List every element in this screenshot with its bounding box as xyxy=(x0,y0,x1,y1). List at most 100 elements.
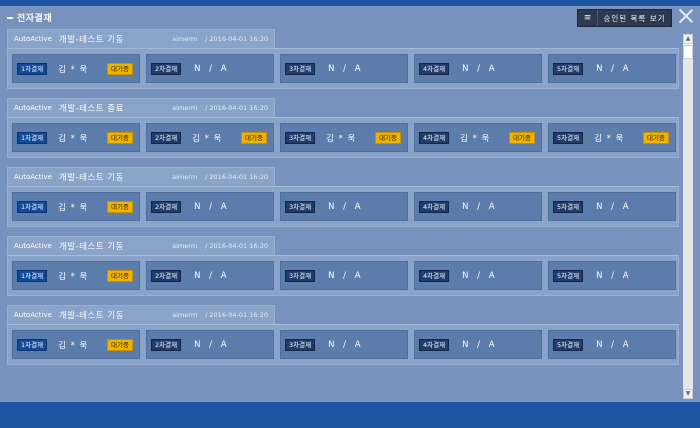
step-label: 2차결재 xyxy=(151,200,182,213)
step-label: 2차결재 xyxy=(151,131,182,144)
approval-step-1[interactable]: 1차결재 김 * 욱 대기중 xyxy=(12,54,140,83)
approval-group: AutoActive 개발-테스트 기동 aimerm / 2016-04-01 16… xyxy=(7,305,679,371)
approval-step-1[interactable]: 1차결재 김 * 욱 대기중 xyxy=(12,192,140,221)
approver-name: 김 * 욱 xyxy=(594,133,625,144)
approval-step-4[interactable]: 4차결재 N / A xyxy=(414,54,542,83)
approval-step-5[interactable]: 5차결재 N / A xyxy=(548,192,676,221)
approval-step-2[interactable]: 2차결재 N / A xyxy=(146,261,274,290)
status-badge: 대기중 xyxy=(643,132,669,144)
step-label: 5차결재 xyxy=(553,338,584,351)
approved-list-button[interactable]: ≡ 승인된 목록 보기 xyxy=(577,9,672,27)
group-header: AutoActive 개발-테스트 종료 aimerm / 2016-04-01 16… xyxy=(7,98,275,117)
approver-name: 김 * 욱 xyxy=(58,271,89,282)
approver-name: 김 * 욱 xyxy=(58,202,89,213)
step-label: 3차결재 xyxy=(285,338,316,351)
status-badge: 대기중 xyxy=(241,132,267,144)
step-label: 5차결재 xyxy=(553,269,584,282)
approval-step-4[interactable]: 4차결재 N / A xyxy=(414,330,542,359)
vertical-scrollbar[interactable]: ▲ ▼ xyxy=(683,34,693,399)
approval-step-3[interactable]: 3차결재 N / A xyxy=(280,54,408,83)
group-title: 개발-테스트 종료 xyxy=(58,104,124,114)
scroll-thumb[interactable] xyxy=(683,45,693,59)
group-user: aimerm xyxy=(172,104,198,112)
scroll-up-icon[interactable]: ▲ xyxy=(683,34,693,44)
status-badge: 대기중 xyxy=(107,339,133,351)
approver-name: 김 * 욱 xyxy=(460,133,491,144)
group-prefix: AutoActive xyxy=(14,35,52,43)
approval-step-5[interactable]: 5차결재 김 * 욱 대기중 xyxy=(548,123,676,152)
collapse-dash-icon[interactable] xyxy=(7,17,13,19)
status-badge: 대기중 xyxy=(107,132,133,144)
approval-step-1[interactable]: 1차결재 김 * 욱 대기중 xyxy=(12,261,140,290)
group-date: / 2016-04-01 16:20 xyxy=(205,242,268,250)
step-label: 4차결재 xyxy=(419,131,450,144)
group-date: / 2016-04-01 16:20 xyxy=(205,35,268,43)
step-label: 3차결재 xyxy=(285,62,316,75)
approval-step-2[interactable]: 2차결재 김 * 욱 대기중 xyxy=(146,123,274,152)
approval-step-3[interactable]: 3차결재 N / A xyxy=(280,192,408,221)
step-label: 3차결재 xyxy=(285,131,316,144)
approval-step-4[interactable]: 4차결재 김 * 욱 대기중 xyxy=(414,123,542,152)
approver-name: 김 * 욱 xyxy=(58,64,89,75)
approval-step-3[interactable]: 3차결재 김 * 욱 대기중 xyxy=(280,123,408,152)
approver-name: N / A xyxy=(328,201,364,212)
group-header: AutoActive 개발-테스트 기동 aimerm / 2016-04-01 16… xyxy=(7,167,275,186)
approval-group: AutoActive 개발-테스트 기동 aimerm / 2016-04-01 16… xyxy=(7,167,679,233)
approval-step-5[interactable]: 5차결재 N / A xyxy=(548,54,676,83)
approver-name: N / A xyxy=(596,339,632,350)
group-steps: 1차결재 김 * 욱 대기중 2차결재 N / A 3차결재 N / A 4차결재 N / A5… xyxy=(7,324,679,365)
approver-name: N / A xyxy=(194,339,230,350)
approval-step-3[interactable]: 3차결재 N / A xyxy=(280,261,408,290)
approver-name: N / A xyxy=(596,201,632,212)
approver-name: N / A xyxy=(596,63,632,74)
approval-step-4[interactable]: 4차결재 N / A xyxy=(414,261,542,290)
approval-window: 전자결재 ≡ 승인된 목록 보기 AutoActive 개발-테스트 기동 aime… xyxy=(0,6,700,402)
group-prefix: AutoActive xyxy=(14,242,52,250)
approver-name: N / A xyxy=(328,270,364,281)
group-title: 개발-테스트 기동 xyxy=(58,35,124,45)
approval-step-1[interactable]: 1차결재 김 * 욱 대기중 xyxy=(12,330,140,359)
approver-name: N / A xyxy=(328,63,364,74)
menu-icon: ≡ xyxy=(578,10,598,26)
scroll-down-icon[interactable]: ▼ xyxy=(683,389,693,399)
approval-step-1[interactable]: 1차결재 김 * 욱 대기중 xyxy=(12,123,140,152)
step-label: 4차결재 xyxy=(419,338,450,351)
approval-list: AutoActive 개발-테스트 기동 aimerm / 2016-04-01 16… xyxy=(7,29,679,392)
group-user: aimerm xyxy=(172,242,198,250)
approval-step-3[interactable]: 3차결재 N / A xyxy=(280,330,408,359)
close-icon[interactable] xyxy=(678,8,694,24)
step-label: 1차결재 xyxy=(17,269,48,282)
group-date: / 2016-04-01 16:20 xyxy=(205,104,268,112)
group-title: 개발-테스트 기동 xyxy=(58,173,124,183)
approval-group: AutoActive 개발-테스트 기동 aimerm / 2016-04-01 16… xyxy=(7,29,679,95)
approver-name: N / A xyxy=(462,339,498,350)
approval-step-5[interactable]: 5차결재 N / A xyxy=(548,330,676,359)
approver-name: N / A xyxy=(194,63,230,74)
group-steps: 1차결재 김 * 욱 대기중 2차결재 김 * 욱 대기중 3차결재 김 * 욱 대기중 4차결재… xyxy=(7,117,679,158)
group-date: / 2016-04-01 16:20 xyxy=(205,311,268,319)
status-badge: 대기중 xyxy=(509,132,535,144)
approved-list-label: 승인된 목록 보기 xyxy=(603,13,666,23)
group-header: AutoActive 개발-테스트 기동 aimerm / 2016-04-01 16… xyxy=(7,305,275,324)
approval-step-4[interactable]: 4차결재 N / A xyxy=(414,192,542,221)
approver-name: N / A xyxy=(194,270,230,281)
group-prefix: AutoActive xyxy=(14,311,52,319)
approval-group: AutoActive 개발-테스트 기동 aimerm / 2016-04-01 16… xyxy=(7,236,679,302)
approval-step-2[interactable]: 2차결재 N / A xyxy=(146,54,274,83)
group-user: aimerm xyxy=(172,35,198,43)
approval-step-5[interactable]: 5차결재 N / A xyxy=(548,261,676,290)
step-label: 4차결재 xyxy=(419,62,450,75)
approval-step-2[interactable]: 2차결재 N / A xyxy=(146,330,274,359)
approval-step-2[interactable]: 2차결재 N / A xyxy=(146,192,274,221)
step-label: 3차결재 xyxy=(285,269,316,282)
step-label: 1차결재 xyxy=(17,338,48,351)
step-label: 1차결재 xyxy=(17,200,48,213)
group-steps: 1차결재 김 * 욱 대기중 2차결재 N / A 3차결재 N / A 4차결재 N / A5… xyxy=(7,48,679,89)
bottom-bar xyxy=(0,402,700,428)
step-label: 1차결재 xyxy=(17,62,48,75)
group-title: 개발-테스트 기동 xyxy=(58,242,124,252)
step-label: 4차결재 xyxy=(419,269,450,282)
approver-name: 김 * 욱 xyxy=(58,133,89,144)
approver-name: N / A xyxy=(328,339,364,350)
group-header: AutoActive 개발-테스트 기동 aimerm / 2016-04-01 16… xyxy=(7,29,275,48)
